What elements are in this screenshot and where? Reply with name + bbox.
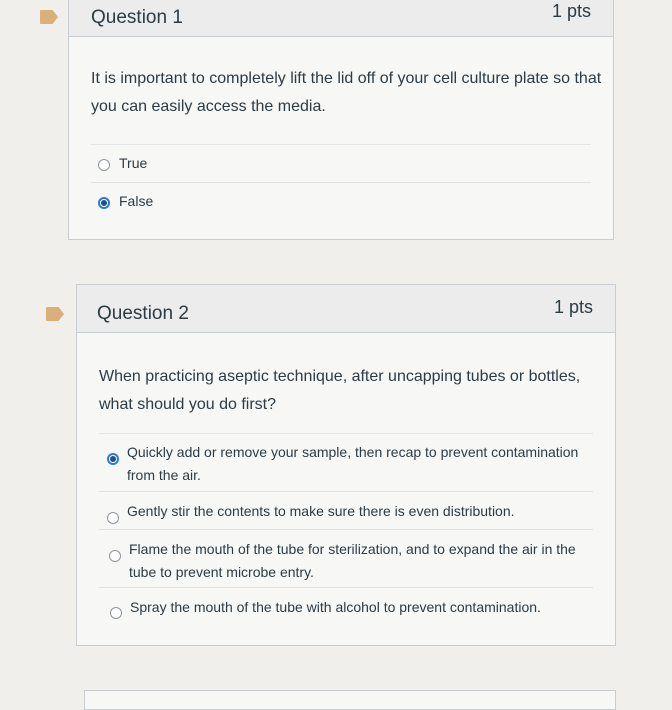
radio-selected-icon[interactable] [98, 197, 110, 209]
question-1-text: It is important to completely lift the l… [91, 70, 602, 115]
answer-label: Gently stir the contents to make sure th… [127, 503, 515, 519]
question-2-card: Question 2 1 pts When practicing aseptic… [76, 284, 616, 646]
answer-label: False [119, 193, 154, 209]
question-1-header: Question 1 1 pts [69, 0, 613, 37]
radio-selected-icon[interactable] [107, 453, 119, 465]
question-2-points: 1 pts [553, 297, 593, 317]
question-2-answer-2[interactable]: Gently stir the contents to make sure th… [99, 491, 593, 529]
question-1-title: Question 1 [91, 7, 183, 28]
radio-unselected-icon[interactable] [98, 159, 110, 171]
question-1-points: 1 pts [551, 1, 591, 21]
radio-unselected-icon[interactable] [110, 607, 122, 619]
question-2-answer-3[interactable]: Flame the mouth of the tube for steriliz… [99, 529, 593, 587]
radio-unselected-icon[interactable] [107, 512, 119, 524]
answer-label: True [119, 155, 148, 171]
question-3-card [84, 690, 616, 710]
answer-label: Quickly add or remove your sample, then … [127, 444, 579, 483]
answer-label: Flame the mouth of the tube for steriliz… [129, 541, 576, 580]
question-2-title: Question 2 [97, 303, 189, 324]
question-1-card: Question 1 1 pts It is important to comp… [68, 0, 614, 240]
answer-label: Spray the mouth of the tube with alcohol… [130, 599, 541, 615]
radio-unselected-icon[interactable] [109, 550, 121, 562]
question-2-header: Question 2 1 pts [77, 285, 615, 333]
question-2-text: When practicing aseptic technique, after… [99, 368, 581, 413]
question-1-answer-true[interactable]: True [91, 144, 591, 182]
question-2-answer-1[interactable]: Quickly add or remove your sample, then … [99, 433, 593, 491]
question-1-answer-false[interactable]: False [91, 182, 591, 222]
question-2-answer-4[interactable]: Spray the mouth of the tube with alcohol… [99, 587, 593, 631]
